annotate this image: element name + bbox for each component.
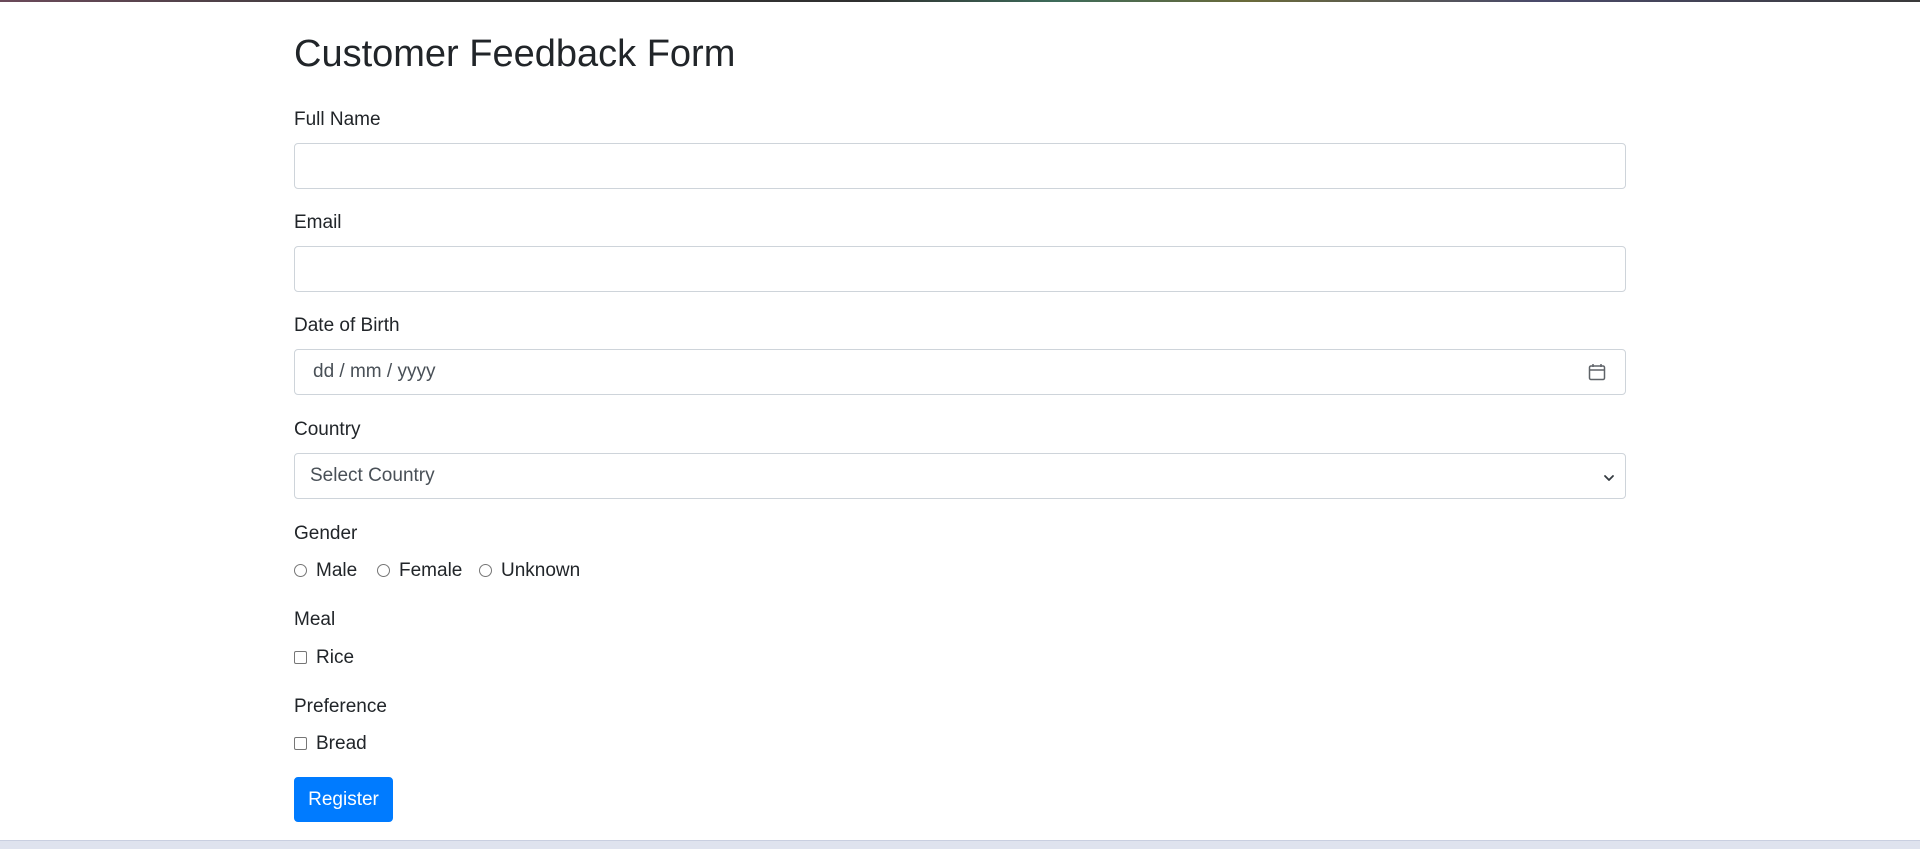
gender-option-label: Unknown (501, 560, 581, 581)
full-name-field-wrapper (294, 143, 1626, 189)
calendar-icon[interactable] (1588, 363, 1606, 381)
email-field-wrapper (294, 246, 1626, 292)
country-label: Country (294, 419, 361, 440)
dob-placeholder: dd / mm / yyyy (313, 361, 436, 382)
gender-radio-female[interactable] (377, 564, 390, 577)
gender-label: Gender (294, 523, 358, 544)
country-selected-value: Select Country (310, 465, 435, 486)
gender-option-label: Male (316, 560, 358, 581)
email-input[interactable] (295, 247, 1625, 291)
preference-option-label: Bread (316, 733, 367, 754)
register-button[interactable]: Register (294, 777, 393, 822)
email-label: Email (294, 212, 342, 233)
dob-label: Date of Birth (294, 315, 400, 336)
gender-option-label: Female (399, 560, 463, 581)
gender-radio-male[interactable] (294, 564, 307, 577)
full-name-input[interactable] (295, 144, 1625, 188)
browser-top-strip (0, 0, 1920, 2)
dob-input[interactable]: dd / mm / yyyy (294, 349, 1626, 395)
country-select[interactable]: Select Country (294, 453, 1626, 499)
gender-radio-unknown[interactable] (479, 564, 492, 577)
preference-label: Preference (294, 696, 387, 717)
chevron-down-icon (1603, 471, 1615, 483)
full-name-label: Full Name (294, 109, 381, 130)
meal-label: Meal (294, 609, 336, 630)
meal-checkbox-rice[interactable] (294, 651, 307, 664)
preference-checkbox-bread[interactable] (294, 737, 307, 750)
meal-option-label: Rice (316, 647, 355, 668)
page-title: Customer Feedback Form (294, 33, 736, 75)
